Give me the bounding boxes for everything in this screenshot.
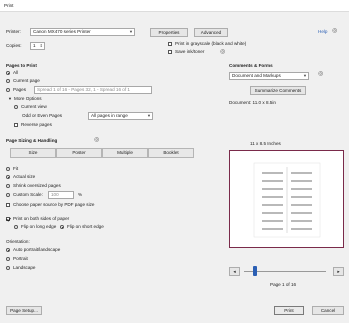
odd-even-value: All pages in range xyxy=(91,113,128,118)
title-bar xyxy=(0,0,349,12)
printer-label: Printer: xyxy=(6,29,21,34)
document-size: Document: 11.0 x 8.5in xyxy=(229,100,276,105)
odd-even-select[interactable]: All pages in range ▼ xyxy=(88,112,153,120)
preview-size-label: 11 x 8.5 Inches xyxy=(250,141,281,146)
pages-to-print-heading: Pages to Print xyxy=(6,63,37,68)
page-slider-thumb[interactable] xyxy=(253,266,257,276)
landscape-radio[interactable] xyxy=(6,266,10,270)
orientation-heading: Orientation: xyxy=(6,239,30,244)
fit-label: Fit xyxy=(13,166,19,171)
portrait-label: Portrait xyxy=(13,256,28,261)
help-link[interactable]: Help xyxy=(318,29,327,35)
choose-source-checkbox[interactable] xyxy=(6,203,10,207)
preview-page-content xyxy=(253,162,321,238)
pages-range-value: Spread 1 of 16 - Pages 32, 1 - Spread 16… xyxy=(37,87,130,92)
pages-label: Pages xyxy=(13,87,27,92)
flip-short-label: Flip on short edge xyxy=(67,224,104,229)
page-setup-button[interactable]: Page Setup... xyxy=(6,306,42,315)
flip-short-radio[interactable] xyxy=(60,225,64,229)
tab-poster[interactable]: Poster xyxy=(56,148,102,158)
chevron-down-icon: ▼ xyxy=(129,29,133,34)
flip-long-radio[interactable] xyxy=(14,225,18,229)
pages-radio[interactable] xyxy=(6,88,10,92)
custom-scale-input[interactable]: 100 xyxy=(48,191,74,199)
page-indicator: Page 1 of 16 xyxy=(270,282,297,287)
auto-orientation-radio[interactable] xyxy=(6,248,10,252)
fit-radio[interactable] xyxy=(6,167,10,171)
both-sides-checkbox[interactable] xyxy=(6,217,10,221)
current-view-radio[interactable] xyxy=(14,105,18,109)
reverse-pages-label: Reverse pages xyxy=(21,122,52,127)
page-sizing-heading: Page Sizing & Handling xyxy=(6,138,58,143)
info-icon[interactable]: ◎ xyxy=(318,71,323,77)
portrait-radio[interactable] xyxy=(6,257,10,261)
current-view-label: Current view xyxy=(21,104,47,109)
comments-select[interactable]: Document and Markups ▼ xyxy=(229,72,309,80)
copies-value: 1 xyxy=(33,43,36,48)
custom-scale-value: 100 xyxy=(51,192,59,197)
window-title: Print xyxy=(4,3,14,8)
save-ink-label: Save ink/toner xyxy=(175,49,205,54)
both-sides-label: Print on both sides of paper xyxy=(13,216,70,221)
more-options-label[interactable]: More Options xyxy=(14,96,42,102)
pages-range-input[interactable]: Spread 1 of 16 - Pages 32, 1 - Spread 16… xyxy=(34,86,152,94)
stepper-icon[interactable]: ⇕ xyxy=(40,43,43,49)
tab-size[interactable]: Size xyxy=(10,148,56,158)
copies-label: Copies: xyxy=(6,43,22,48)
tab-booklet[interactable]: Booklet xyxy=(148,148,194,158)
next-page-button[interactable]: ▸ xyxy=(333,267,344,276)
odd-even-label: Odd or Even Pages xyxy=(22,113,63,118)
flip-long-label: Flip on long edge xyxy=(21,224,57,229)
cancel-button[interactable]: Cancel xyxy=(312,306,344,315)
comments-heading: Comments & Forms xyxy=(229,63,273,68)
tab-multiple[interactable]: Multiple xyxy=(102,148,148,158)
all-pages-radio[interactable] xyxy=(6,71,10,75)
print-button[interactable]: Print xyxy=(274,306,304,315)
print-preview xyxy=(229,150,344,248)
grayscale-label: Print in grayscale (black and white) xyxy=(175,41,247,46)
actual-size-label: Actual size xyxy=(13,174,36,179)
summarize-comments-button[interactable]: Summarize Comments xyxy=(250,86,306,95)
current-page-radio[interactable] xyxy=(6,79,10,83)
reverse-pages-checkbox[interactable] xyxy=(14,123,18,127)
chevron-down-icon: ▼ xyxy=(303,73,307,78)
current-page-label: Current page xyxy=(13,78,40,83)
printer-select-value: Canon MX470 series Printer xyxy=(33,29,91,34)
shrink-label: Shrink oversized pages xyxy=(13,183,61,188)
grayscale-checkbox[interactable] xyxy=(168,42,172,46)
expand-triangle-icon[interactable]: ▼ xyxy=(8,97,12,101)
info-icon[interactable]: ◎ xyxy=(94,137,99,143)
shrink-radio[interactable] xyxy=(6,184,10,188)
info-icon[interactable]: ◎ xyxy=(220,49,225,55)
printer-select[interactable]: Canon MX470 series Printer ▼ xyxy=(30,28,135,36)
landscape-label: Landscape xyxy=(13,265,36,270)
auto-orientation-label: Auto portrait/landscape xyxy=(13,247,61,252)
help-icon[interactable]: ◎ xyxy=(332,28,337,34)
comments-select-value: Document and Markups xyxy=(232,73,281,78)
actual-size-radio[interactable] xyxy=(6,175,10,179)
all-pages-label: All xyxy=(13,70,19,75)
save-ink-checkbox[interactable] xyxy=(168,50,172,54)
custom-scale-label: Custom Scale: xyxy=(13,192,43,197)
copies-input[interactable]: 1 ⇕ xyxy=(30,42,45,50)
choose-source-label: Choose paper source by PDF page size xyxy=(13,202,95,207)
chevron-down-icon: ▼ xyxy=(147,113,151,118)
advanced-button[interactable]: Advanced xyxy=(194,28,228,37)
custom-scale-radio[interactable] xyxy=(6,193,10,197)
prev-page-button[interactable]: ◂ xyxy=(229,267,240,276)
properties-button[interactable]: Properties xyxy=(150,28,188,37)
percent-label: % xyxy=(78,192,83,197)
